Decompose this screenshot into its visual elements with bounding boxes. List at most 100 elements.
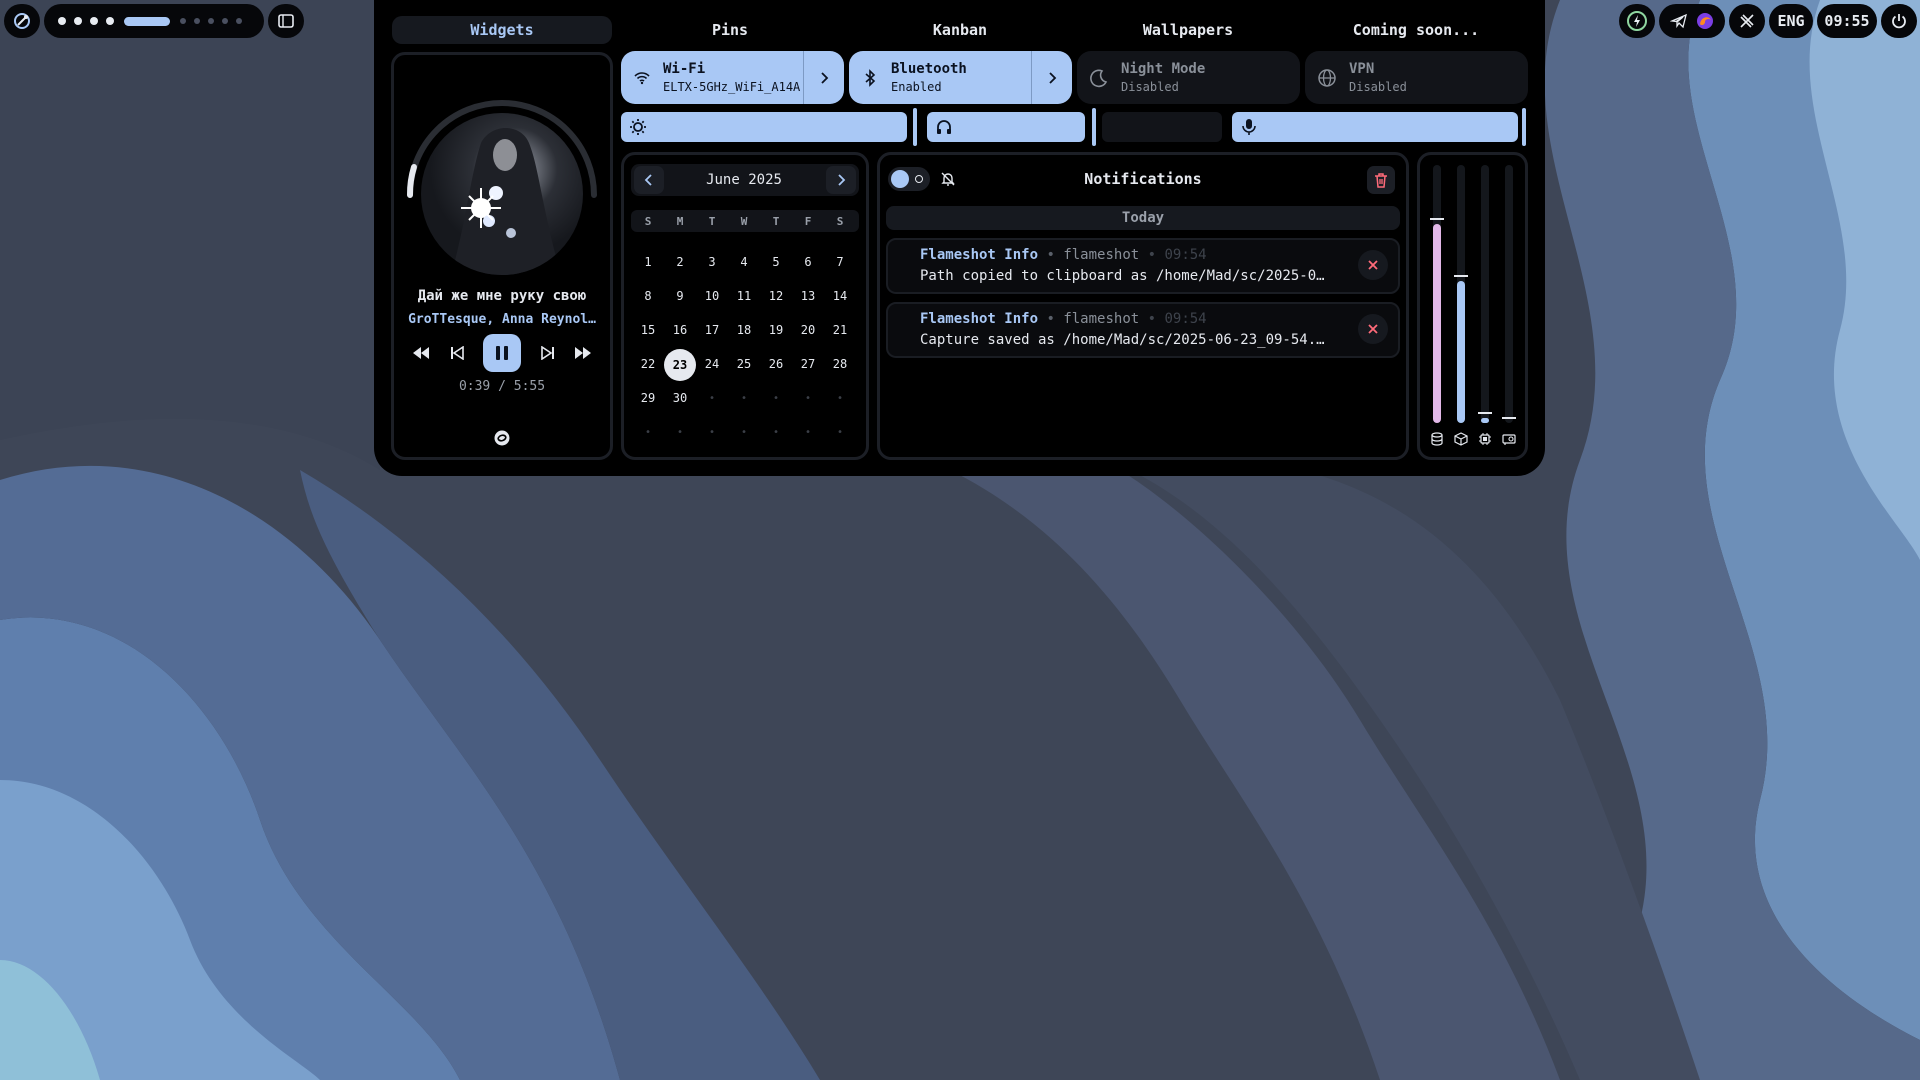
bell-off-icon[interactable] xyxy=(940,171,956,187)
calendar-day[interactable]: 1 xyxy=(632,247,664,277)
calendar-day[interactable]: 12 xyxy=(760,281,792,311)
pause-button[interactable] xyxy=(483,334,521,372)
chevron-left-icon xyxy=(644,174,652,186)
dismiss-notification-button[interactable] xyxy=(1358,314,1388,344)
calendar-day[interactable]: 24 xyxy=(696,349,728,379)
globe-icon xyxy=(1318,68,1336,87)
player-controls xyxy=(412,334,592,372)
calendar-day[interactable]: 21 xyxy=(824,315,856,345)
next-icon[interactable] xyxy=(540,346,555,360)
launcher-button[interactable] xyxy=(4,4,40,38)
power-profile-button[interactable] xyxy=(1619,4,1655,38)
audio-slider-empty[interactable] xyxy=(1102,112,1222,142)
brightness-slider-handle[interactable] xyxy=(913,108,917,146)
notification-item[interactable]: Flameshot Info • flameshot • 09:54 Path … xyxy=(886,238,1400,294)
tab-wallpapers[interactable]: Wallpapers xyxy=(1098,16,1278,44)
workspace-dot-empty[interactable] xyxy=(180,18,186,24)
calendar-day[interactable]: 11 xyxy=(728,281,760,311)
previous-icon[interactable] xyxy=(450,346,464,360)
tab-pins[interactable]: Pins xyxy=(640,16,820,44)
calendar-weekday: F xyxy=(804,214,812,228)
calendar-day[interactable]: 20 xyxy=(792,315,824,345)
close-icon xyxy=(1368,260,1378,270)
notification-app: Flameshot Info xyxy=(920,247,1039,263)
cube-icon xyxy=(1454,432,1468,446)
music-source-icon[interactable] xyxy=(494,430,510,446)
rewind-icon[interactable] xyxy=(412,346,430,360)
keyboard-layout[interactable]: ENG xyxy=(1769,4,1813,38)
calendar-day[interactable]: 19 xyxy=(760,315,792,345)
notifications-title: Notifications xyxy=(1084,170,1202,188)
close-icon xyxy=(1368,324,1378,334)
tab-coming-soon[interactable]: Coming soon... xyxy=(1326,16,1506,44)
tools-button[interactable] xyxy=(1729,4,1765,38)
calendar-month[interactable]: June 2025 xyxy=(664,166,824,194)
wifi-toggle[interactable]: Wi-Fi ELTX-5GHz_WiFi_A14A xyxy=(621,51,844,104)
firefox-icon[interactable] xyxy=(1696,12,1714,30)
bluetooth-expand-button[interactable] xyxy=(1031,51,1072,104)
clock[interactable]: 09:55 xyxy=(1817,4,1877,38)
night-mode-title: Night Mode xyxy=(1121,61,1206,77)
calendar-day[interactable]: 5 xyxy=(760,247,792,277)
workspace-dot-empty[interactable] xyxy=(236,18,242,24)
vpn-status: Disabled xyxy=(1349,80,1407,94)
power-button[interactable] xyxy=(1881,4,1917,38)
clear-notifications-button[interactable] xyxy=(1367,166,1395,194)
workspace-dot[interactable] xyxy=(58,17,66,25)
calendar-day[interactable]: 10 xyxy=(696,281,728,311)
workspace-active[interactable] xyxy=(124,16,170,26)
wifi-expand-button[interactable] xyxy=(803,51,844,104)
calendar-day[interactable]: 6 xyxy=(792,247,824,277)
wifi-title: Wi-Fi xyxy=(663,61,706,77)
workspace-dot[interactable] xyxy=(106,17,114,25)
calendar-weekday: T xyxy=(708,214,716,228)
microphone-slider[interactable] xyxy=(1232,112,1518,142)
calendar-day[interactable]: 15 xyxy=(632,315,664,345)
workspace-dot[interactable] xyxy=(74,17,82,25)
pause-icon xyxy=(496,346,508,360)
brightness-slider[interactable] xyxy=(621,112,907,142)
calendar-day[interactable]: 3 xyxy=(696,247,728,277)
workspace-dot-empty[interactable] xyxy=(208,18,214,24)
calendar-prev-button[interactable] xyxy=(634,166,664,194)
dnd-toggle[interactable] xyxy=(888,167,930,191)
calendar-day[interactable]: 18 xyxy=(728,315,760,345)
headphones-volume-handle[interactable] xyxy=(1092,108,1096,146)
calendar-day-today[interactable]: 23 xyxy=(664,349,696,381)
workspace-dot[interactable] xyxy=(90,17,98,25)
workspace-dot-empty[interactable] xyxy=(222,18,228,24)
headphones-volume-slider[interactable] xyxy=(927,112,1085,142)
calendar-day[interactable]: 2 xyxy=(664,247,696,277)
night-mode-toggle[interactable]: Night Mode Disabled xyxy=(1077,51,1300,104)
calendar-day[interactable]: 17 xyxy=(696,315,728,345)
telegram-icon[interactable] xyxy=(1670,12,1688,30)
overview-button[interactable] xyxy=(268,4,304,38)
calendar-day[interactable]: 13 xyxy=(792,281,824,311)
album-art xyxy=(421,113,583,275)
bluetooth-toggle[interactable]: Bluetooth Enabled xyxy=(849,51,1072,104)
tab-kanban[interactable]: Kanban xyxy=(870,16,1050,44)
calendar-day[interactable]: 30 xyxy=(664,383,696,413)
calendar-day[interactable]: 25 xyxy=(728,349,760,379)
microphone-slider-handle[interactable] xyxy=(1522,108,1526,146)
calendar-day[interactable]: 7 xyxy=(824,247,856,277)
calendar-day[interactable]: 9 xyxy=(664,281,696,311)
vpn-toggle[interactable]: VPN Disabled xyxy=(1305,51,1528,104)
calendar-day[interactable]: 22 xyxy=(632,349,664,379)
fast-forward-icon[interactable] xyxy=(574,346,592,360)
calendar-day[interactable]: 27 xyxy=(792,349,824,379)
calendar-day[interactable]: 16 xyxy=(664,315,696,345)
calendar-day[interactable]: 26 xyxy=(760,349,792,379)
dismiss-notification-button[interactable] xyxy=(1358,250,1388,280)
workspace-indicator[interactable] xyxy=(44,4,264,38)
calendar-next-button[interactable] xyxy=(826,166,856,194)
calendar-day[interactable]: 14 xyxy=(824,281,856,311)
notification-group-header: Today xyxy=(886,206,1400,230)
calendar-day[interactable]: 4 xyxy=(728,247,760,277)
calendar-day[interactable]: 28 xyxy=(824,349,856,379)
tab-widgets[interactable]: Widgets xyxy=(392,16,612,44)
workspace-dot-empty[interactable] xyxy=(194,18,200,24)
calendar-day[interactable]: 29 xyxy=(632,383,664,413)
calendar-day[interactable]: 8 xyxy=(632,281,664,311)
notification-item[interactable]: Flameshot Info • flameshot • 09:54 Captu… xyxy=(886,302,1400,358)
